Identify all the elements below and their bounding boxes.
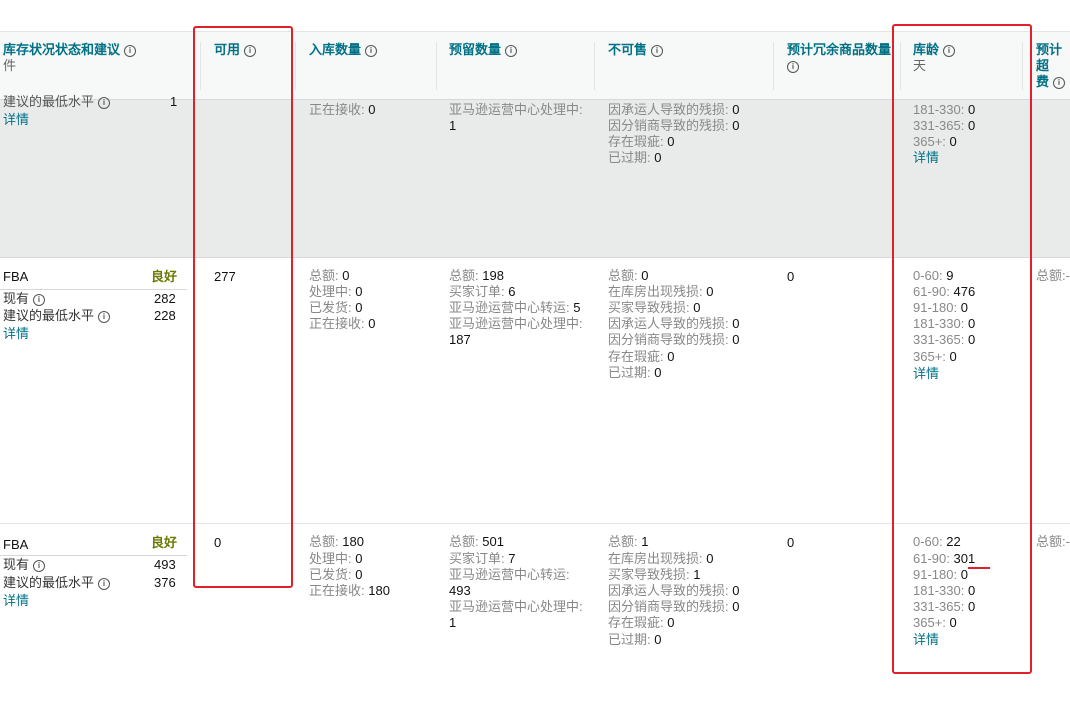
header-excess-label: 预计冗余商品数量 [787, 42, 892, 57]
unf-warehouse: 在库房出现残损: 0 [608, 284, 714, 299]
info-icon[interactable]: i [787, 60, 799, 73]
reserved-total: 总额: 501 [449, 534, 504, 549]
details-link[interactable]: 详情 [3, 112, 29, 128]
header-status[interactable]: 库存状况状态和建议 i 件 [3, 42, 137, 74]
excess-value: 0 [787, 269, 795, 284]
unf-defective: 存在瑕疵: 0 [608, 615, 675, 630]
info-icon[interactable]: i [651, 44, 664, 57]
info-icon[interactable]: i [98, 310, 111, 323]
header-unfulfillable-label: 不可售 [608, 42, 648, 57]
min-level-label: 建议的最低水平 i [3, 94, 111, 110]
reserved-fc-processing-label: 亚马逊运营中心处理中: [449, 599, 583, 614]
unf-total: 总额: 1 [608, 534, 649, 549]
info-icon[interactable]: i [124, 44, 137, 57]
reserved-fc-processing-value: 1 [449, 118, 457, 133]
highlight-box-age [892, 24, 1032, 674]
details-link[interactable]: 详情 [3, 593, 29, 609]
info-icon[interactable]: i [365, 44, 378, 57]
reserved-total: 总额: 198 [449, 268, 504, 283]
unf-customer: 买家导致残损: 1 [608, 567, 701, 582]
unf-defective: 存在瑕疵: 0 [608, 134, 675, 149]
unf-carrier: 因承运人导致的残损: 0 [608, 583, 740, 598]
unf-expired: 已过期: 0 [608, 150, 662, 165]
unf-customer: 买家导致残损: 0 [608, 300, 701, 315]
fee-total: 总额:- [1036, 534, 1070, 549]
inbound-total: 总额: 180 [309, 534, 364, 549]
unf-distributor: 因分销商导致的残损: 0 [608, 599, 740, 614]
header-fee[interactable]: 预计超 费i [1036, 42, 1070, 90]
min-level-value: 376 [154, 575, 176, 590]
inbound-shipped: 已发货: 0 [309, 567, 363, 582]
inbound-receiving: 正在接收: 180 [309, 583, 390, 598]
min-level-label: 建议的最低水平 i [3, 308, 111, 324]
reserved-fc-processing-value: 187 [449, 332, 471, 347]
min-level-label: 建议的最低水平 i [3, 575, 111, 591]
on-hand-value: 282 [154, 291, 176, 306]
inbound-receiving: 正在接收: 0 [309, 316, 376, 331]
info-icon[interactable]: i [1053, 76, 1066, 89]
on-hand-label: 现有 i [3, 557, 46, 573]
unf-distributor: 因分销商导致的残损: 0 [608, 118, 740, 133]
header-inbound[interactable]: 入库数量 i [309, 42, 378, 58]
column-divider [295, 42, 296, 90]
header-status-unit: 件 [3, 58, 17, 73]
inbound-total: 总额: 0 [309, 268, 350, 283]
inbound-shipped: 已发货: 0 [309, 300, 363, 315]
header-reserved-label: 预留数量 [449, 42, 502, 57]
status-badge: 良好 [151, 269, 178, 284]
info-icon[interactable]: i [505, 44, 518, 57]
header-unfulfillable[interactable]: 不可售 i [608, 42, 664, 58]
column-divider [773, 42, 774, 90]
highlight-box-available [193, 26, 293, 588]
column-divider [436, 42, 437, 90]
reserved-buyer-orders: 买家订单: 7 [449, 551, 516, 566]
reserved-fc-transfer-label: 亚马逊运营中心转运: [449, 567, 570, 582]
on-hand-value: 493 [154, 557, 176, 572]
min-level-value: 1 [170, 94, 178, 109]
header-fee-label-2: 费 [1036, 74, 1050, 89]
unf-warehouse: 在库房出现残损: 0 [608, 551, 714, 566]
reserved-fc-processing-label: 亚马逊运营中心处理中: [449, 316, 583, 331]
min-level-value: 228 [154, 308, 176, 323]
fulfillment-channel: FBA [3, 537, 29, 552]
reserved-fc-processing-value: 1 [449, 615, 457, 630]
unf-defective: 存在瑕疵: 0 [608, 349, 675, 364]
unf-total: 总额: 0 [608, 268, 649, 283]
inbound-receiving: 正在接收: 0 [309, 102, 376, 117]
fulfillment-channel: FBA [3, 269, 29, 284]
excess-value: 0 [787, 535, 795, 550]
reserved-fc-transfer-value: 493 [449, 583, 471, 598]
inbound-processing: 处理中: 0 [309, 551, 363, 566]
header-status-label: 库存状况状态和建议 [3, 42, 121, 57]
info-icon[interactable]: i [33, 293, 46, 306]
header-reserved[interactable]: 预留数量 i [449, 42, 518, 58]
column-divider [594, 42, 595, 90]
unf-carrier: 因承运人导致的残损: 0 [608, 316, 740, 331]
reserved-fc-processing-label: 亚马逊运营中心处理中: [449, 102, 583, 117]
info-icon[interactable]: i [98, 96, 111, 109]
status-badge: 良好 [151, 535, 178, 550]
inbound-processing: 处理中: 0 [309, 284, 363, 299]
info-icon[interactable]: i [33, 559, 46, 572]
header-fee-label: 预计超 [1036, 42, 1063, 73]
unf-expired: 已过期: 0 [608, 365, 662, 380]
header-excess[interactable]: 预计冗余商品数量 i [787, 42, 891, 74]
unf-carrier: 因承运人导致的残损: 0 [608, 102, 740, 117]
reserved-fc-transfer: 亚马逊运营中心转运: 5 [449, 300, 581, 315]
reserved-buyer-orders: 买家订单: 6 [449, 284, 516, 299]
info-icon[interactable]: i [98, 577, 111, 590]
header-inbound-label: 入库数量 [309, 42, 362, 57]
unf-expired: 已过期: 0 [608, 632, 662, 647]
on-hand-label: 现有 i [3, 291, 46, 307]
unf-distributor: 因分销商导致的残损: 0 [608, 332, 740, 347]
underline-mark [968, 567, 990, 569]
divider [0, 289, 187, 290]
details-link[interactable]: 详情 [3, 326, 29, 342]
fee-total: 总额:- [1036, 268, 1070, 283]
divider [0, 555, 187, 556]
